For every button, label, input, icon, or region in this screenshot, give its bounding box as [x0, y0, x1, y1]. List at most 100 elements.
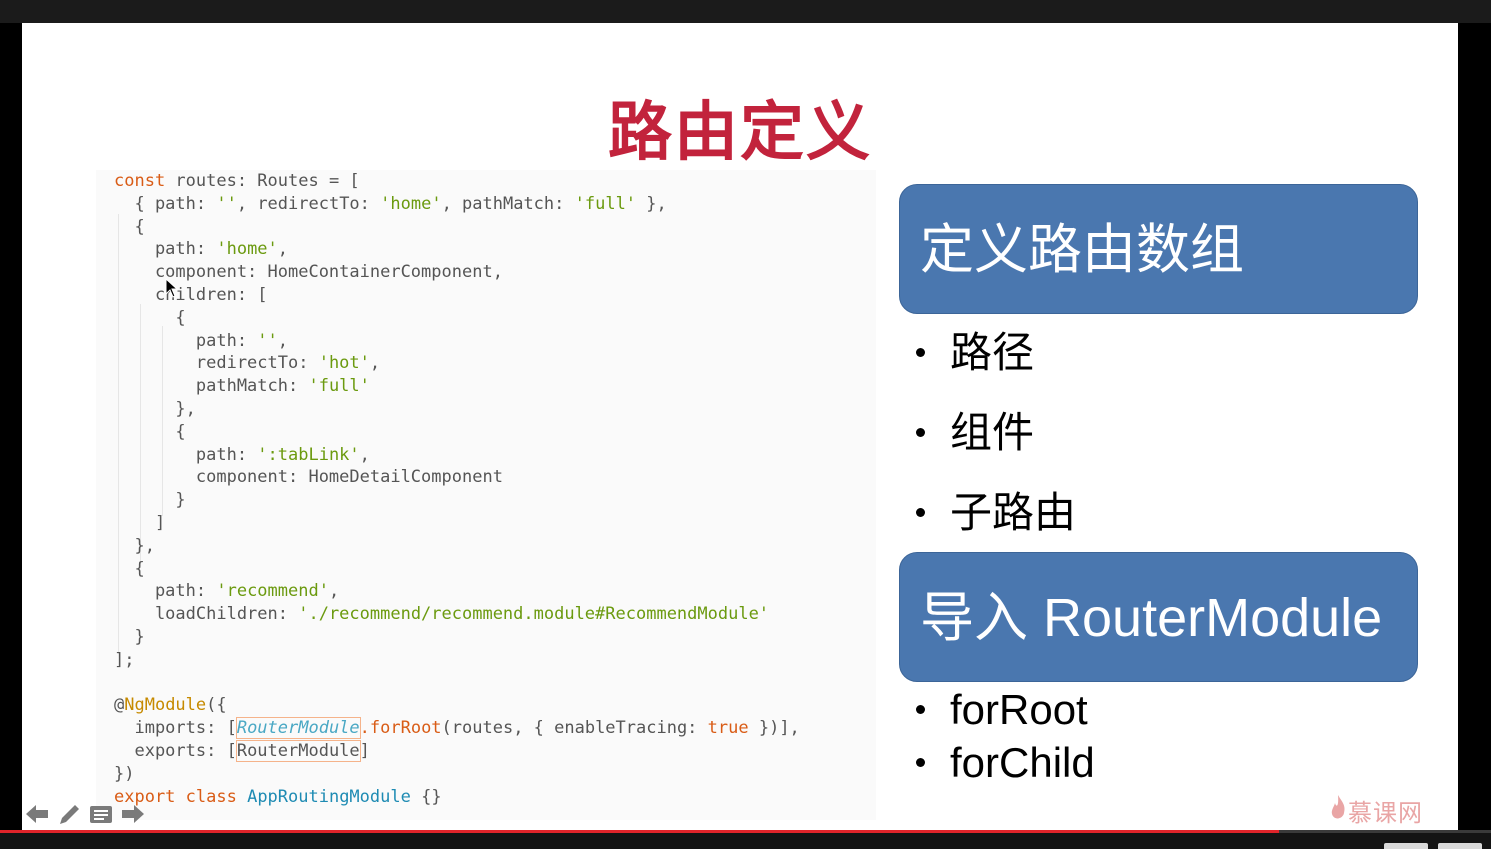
code-token: children: [ — [114, 284, 268, 305]
code-token: }, — [114, 398, 196, 419]
code-token: , — [277, 239, 289, 260]
code-token: , — [277, 330, 289, 351]
code-line: path: ':tabLink', — [114, 444, 800, 467]
code-line: }, — [114, 535, 800, 558]
code-line: pathMatch: 'full' — [114, 375, 800, 398]
code-line: } — [114, 626, 800, 649]
code-line: }, — [114, 398, 800, 421]
code-token: }, — [636, 193, 667, 214]
player-control-button[interactable] — [1384, 843, 1428, 849]
code-token: 'full' — [574, 193, 637, 214]
code-token: } — [114, 626, 145, 647]
import-router-module-box: 导入 RouterModule — [899, 552, 1418, 682]
code-line: component: HomeDetailComponent — [114, 466, 800, 489]
code-token: exports: [ — [114, 740, 237, 761]
code-token: .forRoot — [359, 718, 442, 739]
code-token: '' — [257, 330, 278, 351]
define-routes-box: 定义路由数组 — [899, 184, 1418, 314]
code-token: NgModule — [124, 695, 207, 716]
arrow-right-icon[interactable] — [120, 802, 146, 826]
code-token: component: HomeDetailComponent — [114, 467, 503, 488]
code-line: export class AppRoutingModule {} — [114, 786, 800, 809]
list-item: 路径 — [912, 328, 1076, 408]
define-routes-list: 路径 组件 子路由 — [912, 328, 1076, 568]
code-token: , — [328, 581, 340, 602]
code-token: '' — [216, 193, 237, 214]
code-line: imports: [RouterModule.forRoot(routes, {… — [114, 717, 800, 740]
slide: 路由定义 const routes: Routes = [ { path: ''… — [22, 23, 1458, 830]
router-module-methods-list: forRoot forChild — [912, 687, 1095, 793]
code-block: const routes: Routes = [ { path: '', red… — [114, 170, 800, 808]
code-token: @ — [114, 695, 125, 716]
code-token: ':tabLink' — [257, 444, 360, 465]
code-token: path: — [114, 330, 258, 351]
code-line: loadChildren: './recommend/recommend.mod… — [114, 603, 800, 626]
code-token: path: — [114, 239, 217, 260]
code-token: }) — [114, 763, 135, 784]
frame-left — [0, 23, 22, 830]
code-token: , — [369, 353, 381, 374]
code-token: {} — [410, 786, 442, 807]
code-token: true — [707, 718, 749, 739]
code-token: ] — [114, 512, 166, 533]
import-router-module-label: 导入 RouterModule — [920, 588, 1383, 648]
code-token: 'home' — [380, 193, 442, 214]
code-line: { — [114, 216, 800, 239]
code-token: }, — [114, 535, 155, 556]
brand-logo: 慕课网 — [1348, 799, 1423, 827]
player-toolbar — [22, 798, 162, 830]
code-line: const routes: Routes = [ — [114, 170, 800, 193]
code-token: ]; — [114, 649, 135, 670]
code-token: path: — [114, 444, 258, 465]
code-line: component: HomeContainerComponent, — [114, 261, 800, 284]
code-token: RouterModule — [235, 739, 361, 762]
code-line: path: '', — [114, 330, 800, 353]
code-token: imports: [ — [114, 718, 237, 739]
code-token: , pathMatch: — [441, 193, 575, 214]
code-token: path: — [114, 581, 217, 602]
code-token: 'recommend' — [216, 581, 329, 602]
code-token: , — [359, 444, 370, 465]
code-token: routes: Routes = [ — [165, 171, 360, 191]
code-token: AppRoutingModule — [247, 786, 411, 807]
top-bar — [0, 0, 1491, 23]
code-line: }) — [114, 763, 800, 786]
code-token: loadChildren: — [114, 604, 299, 625]
code-token: { — [114, 307, 186, 328]
mouse-cursor-icon — [165, 278, 179, 298]
code-line: { — [114, 421, 800, 444]
code-token: { path: — [114, 193, 217, 214]
pen-icon[interactable] — [56, 802, 82, 826]
code-line: children: [ — [114, 284, 800, 307]
player-bottom-bar — [0, 833, 1491, 849]
code-token: 'full' — [308, 376, 370, 397]
player-control-button[interactable] — [1438, 843, 1482, 849]
code-token: const — [114, 171, 166, 191]
code-token: { — [114, 421, 186, 442]
code-token: , redirectTo: — [236, 193, 381, 214]
code-token: })], — [748, 718, 800, 739]
list-item: forRoot — [912, 687, 1095, 740]
code-line: ]; — [114, 649, 800, 672]
notes-icon[interactable] — [88, 802, 114, 826]
code-token: 'home' — [216, 239, 278, 260]
frame-right — [1458, 23, 1491, 830]
code-token: 'hot' — [318, 353, 370, 374]
code-token: './recommend/recommend.module#RecommendM… — [298, 604, 770, 625]
list-item: forChild — [912, 740, 1095, 793]
slide-title: 路由定义 — [608, 96, 872, 170]
code-token: ] — [359, 740, 370, 761]
code-line: @NgModule({ — [114, 694, 800, 717]
code-token: (routes, { enableTracing: — [441, 718, 708, 739]
flame-logo-icon — [1331, 795, 1345, 819]
code-line: } — [114, 489, 800, 512]
code-token: redirectTo: — [114, 353, 319, 374]
code-token: { — [114, 558, 145, 579]
code-line: exports: [RouterModule] — [114, 739, 800, 763]
code-token: ({ — [206, 695, 227, 716]
code-token: { — [114, 216, 145, 237]
arrow-left-icon[interactable] — [24, 802, 50, 826]
code-token: pathMatch: — [114, 376, 309, 397]
